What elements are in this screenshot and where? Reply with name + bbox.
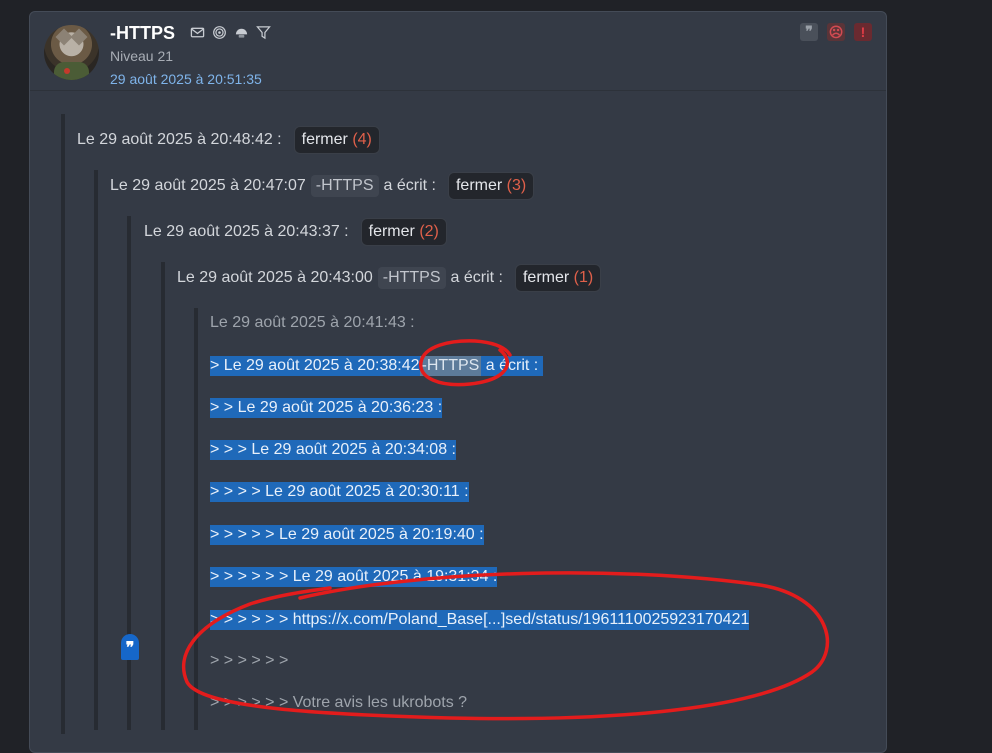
quote-text-line: > > > Le 29 août 2025 à 20:34:08 :	[210, 440, 456, 460]
selected-text: > > Le 29 août 2025 à 20:36:23 :	[210, 398, 443, 418]
post-card: -HTTPS Niveau 21 29 août 2025 à 20:51:35…	[29, 11, 887, 753]
quote-bar	[161, 262, 165, 730]
sad-face-button[interactable]: ☹	[827, 23, 845, 41]
floating-quote-button[interactable]: ❞	[121, 634, 139, 660]
quote-text-line: > > > > > > Le 29 août 2025 à 19:31:34 :	[210, 567, 498, 587]
quote-text-line: > Le 29 août 2025 à 20:38:4 2 -HTTPS a éc…	[210, 356, 543, 376]
fermer-count: (1)	[573, 269, 594, 286]
selected-text: > Le 29 août 2025 à 20:38:4	[210, 356, 411, 376]
selected-text: 2	[410, 356, 420, 376]
quote-header: Le 29 août 2025 à 20:47:07 -HTTPS a écri…	[110, 172, 535, 200]
quote-header: Le 29 août 2025 à 20:43:37 : fermer (2)	[144, 218, 447, 246]
username[interactable]: -HTTPS	[110, 23, 175, 44]
quote-bar	[194, 308, 198, 730]
fermer-button[interactable]: fermer (1)	[514, 264, 602, 292]
selected-text: > > > > > Le 29 août 2025 à 20:19:40 :	[210, 525, 484, 545]
quote-text-line: > > > > > >	[210, 652, 289, 669]
quote-date: Le 29 août 2025 à 20:47:07	[110, 177, 306, 194]
mail-icon[interactable]	[190, 25, 205, 40]
quote-link-line[interactable]: > > > > > > https://x.com/Poland_Base [..…	[210, 610, 750, 630]
quote-text-line: > > Le 29 août 2025 à 20:36:23 :	[210, 398, 443, 418]
quote-wrote: a écrit :	[383, 177, 436, 194]
fermer-count: (2)	[419, 223, 439, 240]
selected-text: > > > > > > Le 29 août 2025 à 19:31:34 :	[210, 567, 498, 587]
quote-header: Le 29 août 2025 à 20:48:42 : fermer (4)	[77, 126, 380, 154]
link-ellipsis: [...]	[483, 610, 506, 630]
quote-username[interactable]: -HTTPS	[310, 175, 379, 197]
user-level: Niveau 21	[110, 48, 174, 64]
quote-header: Le 29 août 2025 à 20:41:43 :	[210, 314, 415, 331]
quote-text-line: > > > > > Le 29 août 2025 à 20:19:40 :	[210, 525, 484, 545]
quote-text-line: > > > > > > Votre avis les ukrobots ?	[210, 694, 468, 711]
quote-button[interactable]: ❞	[800, 23, 818, 41]
quote-date: Le 29 août 2025 à 20:48:42 :	[77, 131, 282, 148]
fermer-count: (3)	[506, 177, 527, 194]
quote-date: Le 29 août 2025 à 20:43:00	[177, 269, 373, 286]
user-icons	[190, 25, 271, 40]
quote-bar	[61, 114, 65, 734]
selected-text: > > > Le 29 août 2025 à 20:34:08 :	[210, 440, 456, 460]
report-button[interactable]: !	[854, 23, 872, 41]
selected-link[interactable]: > > > > > > https://x.com/Poland_Base	[210, 610, 484, 630]
quote-header: Le 29 août 2025 à 20:43:00 -HTTPS a écri…	[177, 264, 602, 292]
filter-icon[interactable]	[256, 25, 271, 40]
quote-text-line: > > > > Le 29 août 2025 à 20:30:11 :	[210, 482, 469, 502]
selected-text: a écrit :	[485, 356, 539, 376]
quote-bar	[94, 170, 98, 730]
quote-date: Le 29 août 2025 à 20:43:37 :	[144, 223, 349, 240]
post-actions: ❞ ☹ !	[800, 23, 872, 41]
avatar[interactable]	[44, 25, 99, 80]
spiral-icon[interactable]	[212, 25, 227, 40]
fermer-button[interactable]: fermer (2)	[360, 218, 447, 246]
quote-username[interactable]: -HTTPS	[377, 267, 446, 289]
post-date-link[interactable]: 29 août 2025 à 20:51:35	[110, 71, 262, 87]
fermer-count: (4)	[352, 131, 372, 148]
quote-username[interactable]: -HTTPS	[419, 356, 482, 376]
selected-text: > > > > Le 29 août 2025 à 20:30:11 :	[210, 482, 469, 502]
helmet-icon[interactable]	[234, 25, 249, 40]
fermer-button[interactable]: fermer (4)	[293, 126, 380, 154]
quote-wrote: a écrit :	[450, 269, 503, 286]
header-separator	[30, 90, 886, 91]
selected-link[interactable]: sed/status/1961110025923170421	[505, 610, 750, 630]
fermer-button[interactable]: fermer (3)	[447, 172, 535, 200]
